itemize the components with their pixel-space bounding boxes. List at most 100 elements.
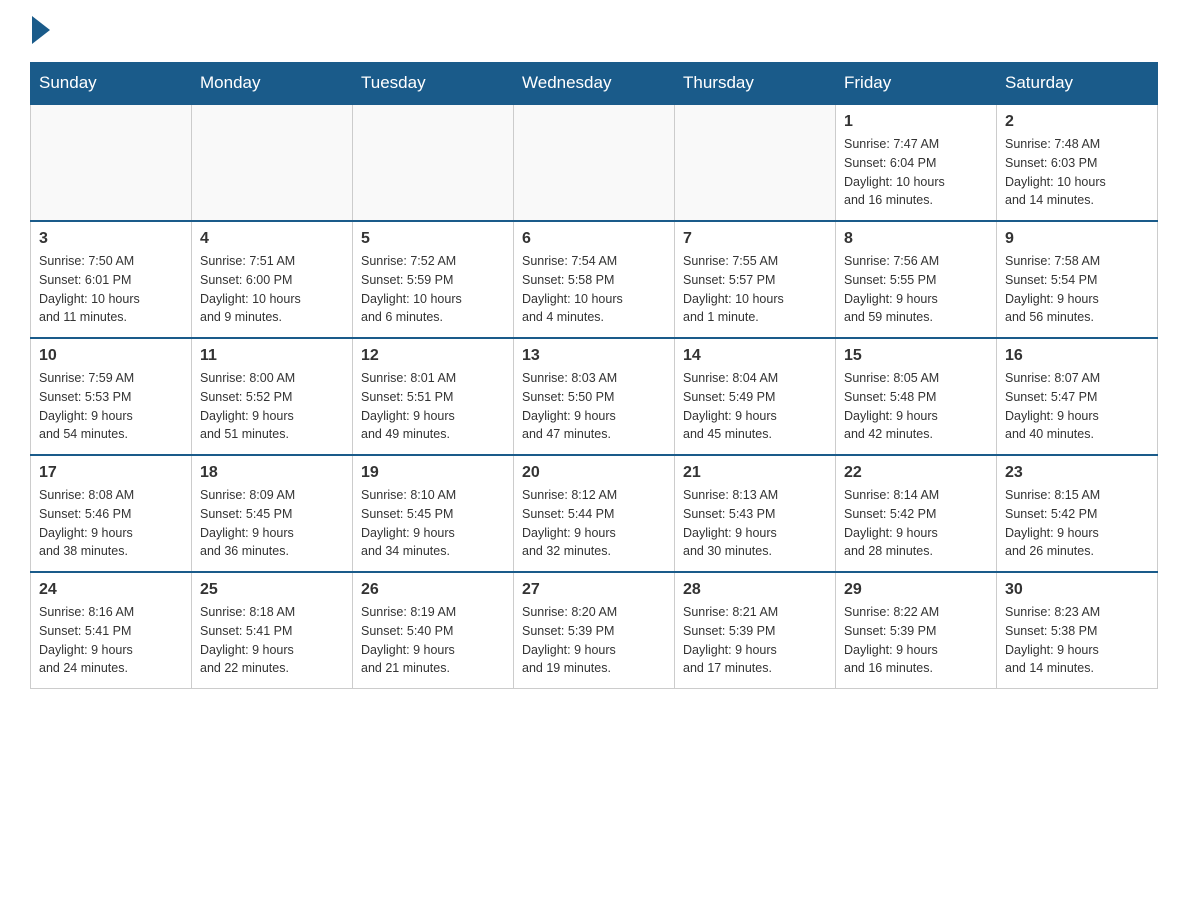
calendar-cell: 27Sunrise: 8:20 AM Sunset: 5:39 PM Dayli… — [514, 572, 675, 689]
calendar-cell: 6Sunrise: 7:54 AM Sunset: 5:58 PM Daylig… — [514, 221, 675, 338]
calendar-cell: 24 Sunrise: 8:16 AM Sunset: 5:41 PM Dayli… — [31, 572, 192, 689]
calendar-cell: 8 Sunrise: 7:56 AM Sunset: 5:55 PM Daylig… — [836, 221, 997, 338]
calendar-cell: 4 Sunrise: 7:51 AM Sunset: 6:00 PM Daylig… — [192, 221, 353, 338]
calendar-cell: 18 Sunrise: 8:09 AM Sunset: 5:45 PM Dayli… — [192, 455, 353, 572]
day-number: 5 — [361, 230, 505, 248]
calendar-cell — [192, 104, 353, 221]
day-number: 3 — [39, 230, 183, 248]
calendar-header-wednesday: Wednesday — [514, 63, 675, 105]
day-info: Sunrise: 8:01 AM Sunset: 5:51 PM Dayligh… — [361, 369, 505, 444]
calendar-cell: 14 Sunrise: 8:04 AM Sunset: 5:49 PM Dayli… — [675, 338, 836, 455]
calendar-header-sunday: Sunday — [31, 63, 192, 105]
calendar-header-row: SundayMondayTuesdayWednesdayThursdayFrid… — [31, 63, 1158, 105]
day-number: 14 — [683, 347, 827, 365]
day-number: 11 — [200, 347, 344, 365]
day-info: Sunrise: 8:09 AM Sunset: 5:45 PM Dayligh… — [200, 486, 344, 561]
day-info: Sunrise: 7:56 AM Sunset: 5:55 PM Dayligh… — [844, 252, 988, 327]
day-info: Sunrise: 8:04 AM Sunset: 5:49 PM Dayligh… — [683, 369, 827, 444]
day-number: 8 — [844, 230, 988, 248]
day-info: Sunrise: 7:51 AM Sunset: 6:00 PM Dayligh… — [200, 252, 344, 327]
day-info: Sunrise: 8:15 AM Sunset: 5:42 PM Dayligh… — [1005, 486, 1149, 561]
day-number: 12 — [361, 347, 505, 365]
calendar-cell: 11 Sunrise: 8:00 AM Sunset: 5:52 PM Dayli… — [192, 338, 353, 455]
day-info: Sunrise: 7:58 AM Sunset: 5:54 PM Dayligh… — [1005, 252, 1149, 327]
day-number: 24 — [39, 581, 183, 599]
day-info: Sunrise: 8:08 AM Sunset: 5:46 PM Dayligh… — [39, 486, 183, 561]
calendar-cell — [31, 104, 192, 221]
logo-chevron-icon — [32, 16, 50, 44]
calendar-week-row: 10 Sunrise: 7:59 AM Sunset: 5:53 PM Dayli… — [31, 338, 1158, 455]
calendar-cell: 29 Sunrise: 8:22 AM Sunset: 5:39 PM Dayli… — [836, 572, 997, 689]
day-number: 10 — [39, 347, 183, 365]
calendar-week-row: 24 Sunrise: 8:16 AM Sunset: 5:41 PM Dayli… — [31, 572, 1158, 689]
calendar-header-saturday: Saturday — [997, 63, 1158, 105]
day-number: 2 — [1005, 113, 1149, 131]
day-info: Sunrise: 8:22 AM Sunset: 5:39 PM Dayligh… — [844, 603, 988, 678]
day-number: 17 — [39, 464, 183, 482]
day-info: Sunrise: 7:50 AM Sunset: 6:01 PM Dayligh… — [39, 252, 183, 327]
day-info: Sunrise: 8:20 AM Sunset: 5:39 PM Dayligh… — [522, 603, 666, 678]
day-number: 13 — [522, 347, 666, 365]
calendar-cell: 20 Sunrise: 8:12 AM Sunset: 5:44 PM Dayli… — [514, 455, 675, 572]
day-number: 1 — [844, 113, 988, 131]
day-number: 23 — [1005, 464, 1149, 482]
calendar-cell: 13 Sunrise: 8:03 AM Sunset: 5:50 PM Dayli… — [514, 338, 675, 455]
calendar-cell: 5 Sunrise: 7:52 AM Sunset: 5:59 PM Daylig… — [353, 221, 514, 338]
day-number: 15 — [844, 347, 988, 365]
day-number: 25 — [200, 581, 344, 599]
day-info: Sunrise: 8:00 AM Sunset: 5:52 PM Dayligh… — [200, 369, 344, 444]
day-info: Sunrise: 7:55 AM Sunset: 5:57 PM Dayligh… — [683, 252, 827, 327]
day-info: Sunrise: 8:19 AM Sunset: 5:40 PM Dayligh… — [361, 603, 505, 678]
day-number: 20 — [522, 464, 666, 482]
day-info: Sunrise: 7:47 AM Sunset: 6:04 PM Dayligh… — [844, 135, 988, 210]
calendar-header-monday: Monday — [192, 63, 353, 105]
day-info: Sunrise: 8:03 AM Sunset: 5:50 PM Dayligh… — [522, 369, 666, 444]
calendar-cell: 16 Sunrise: 8:07 AM Sunset: 5:47 PM Dayli… — [997, 338, 1158, 455]
day-number: 28 — [683, 581, 827, 599]
calendar-cell: 23 Sunrise: 8:15 AM Sunset: 5:42 PM Dayli… — [997, 455, 1158, 572]
calendar-table: SundayMondayTuesdayWednesdayThursdayFrid… — [30, 62, 1158, 689]
calendar-cell: 10 Sunrise: 7:59 AM Sunset: 5:53 PM Dayli… — [31, 338, 192, 455]
calendar-cell — [675, 104, 836, 221]
calendar-cell: 21Sunrise: 8:13 AM Sunset: 5:43 PM Dayli… — [675, 455, 836, 572]
day-number: 18 — [200, 464, 344, 482]
day-number: 19 — [361, 464, 505, 482]
calendar-cell: 25 Sunrise: 8:18 AM Sunset: 5:41 PM Dayli… — [192, 572, 353, 689]
day-info: Sunrise: 8:12 AM Sunset: 5:44 PM Dayligh… — [522, 486, 666, 561]
day-info: Sunrise: 7:59 AM Sunset: 5:53 PM Dayligh… — [39, 369, 183, 444]
day-info: Sunrise: 8:21 AM Sunset: 5:39 PM Dayligh… — [683, 603, 827, 678]
calendar-header-thursday: Thursday — [675, 63, 836, 105]
day-number: 4 — [200, 230, 344, 248]
day-number: 22 — [844, 464, 988, 482]
calendar-cell: 30 Sunrise: 8:23 AM Sunset: 5:38 PM Dayli… — [997, 572, 1158, 689]
calendar-cell: 28 Sunrise: 8:21 AM Sunset: 5:39 PM Dayli… — [675, 572, 836, 689]
calendar-cell: 19Sunrise: 8:10 AM Sunset: 5:45 PM Dayli… — [353, 455, 514, 572]
day-number: 29 — [844, 581, 988, 599]
day-info: Sunrise: 7:52 AM Sunset: 5:59 PM Dayligh… — [361, 252, 505, 327]
day-number: 21 — [683, 464, 827, 482]
calendar-cell: 2 Sunrise: 7:48 AM Sunset: 6:03 PM Daylig… — [997, 104, 1158, 221]
day-number: 9 — [1005, 230, 1149, 248]
calendar-cell: 9 Sunrise: 7:58 AM Sunset: 5:54 PM Daylig… — [997, 221, 1158, 338]
day-info: Sunrise: 8:07 AM Sunset: 5:47 PM Dayligh… — [1005, 369, 1149, 444]
calendar-header-tuesday: Tuesday — [353, 63, 514, 105]
day-number: 30 — [1005, 581, 1149, 599]
day-info: Sunrise: 8:23 AM Sunset: 5:38 PM Dayligh… — [1005, 603, 1149, 678]
calendar-cell — [353, 104, 514, 221]
day-info: Sunrise: 8:05 AM Sunset: 5:48 PM Dayligh… — [844, 369, 988, 444]
calendar-cell: 22 Sunrise: 8:14 AM Sunset: 5:42 PM Dayli… — [836, 455, 997, 572]
calendar-cell — [514, 104, 675, 221]
day-info: Sunrise: 8:16 AM Sunset: 5:41 PM Dayligh… — [39, 603, 183, 678]
calendar-week-row: 1 Sunrise: 7:47 AM Sunset: 6:04 PM Daylig… — [31, 104, 1158, 221]
day-info: Sunrise: 7:48 AM Sunset: 6:03 PM Dayligh… — [1005, 135, 1149, 210]
calendar-cell: 26 Sunrise: 8:19 AM Sunset: 5:40 PM Dayli… — [353, 572, 514, 689]
calendar-cell: 12 Sunrise: 8:01 AM Sunset: 5:51 PM Dayli… — [353, 338, 514, 455]
calendar-cell: 15 Sunrise: 8:05 AM Sunset: 5:48 PM Dayli… — [836, 338, 997, 455]
day-number: 6 — [522, 230, 666, 248]
day-info: Sunrise: 8:14 AM Sunset: 5:42 PM Dayligh… — [844, 486, 988, 561]
calendar-week-row: 17 Sunrise: 8:08 AM Sunset: 5:46 PM Dayli… — [31, 455, 1158, 572]
day-number: 7 — [683, 230, 827, 248]
day-number: 26 — [361, 581, 505, 599]
day-number: 16 — [1005, 347, 1149, 365]
day-info: Sunrise: 8:18 AM Sunset: 5:41 PM Dayligh… — [200, 603, 344, 678]
